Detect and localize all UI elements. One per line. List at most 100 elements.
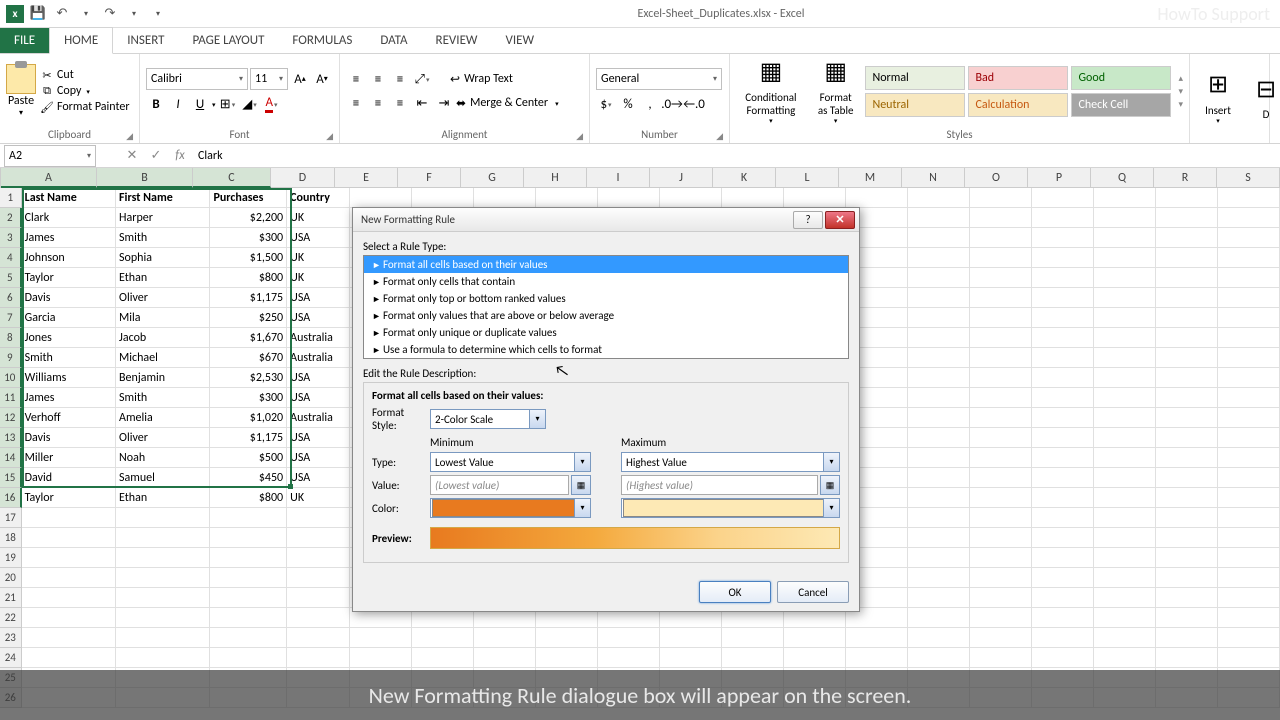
cell[interactable] xyxy=(287,648,350,668)
cell[interactable] xyxy=(1156,188,1218,208)
column-header[interactable]: P xyxy=(1028,168,1091,188)
redo-icon[interactable]: ↷ xyxy=(100,4,120,24)
cell[interactable] xyxy=(1156,608,1218,628)
cell[interactable]: Taylor xyxy=(22,488,116,508)
cell[interactable] xyxy=(970,508,1032,528)
cell[interactable] xyxy=(1218,528,1280,548)
row-header[interactable]: 20 xyxy=(0,568,22,588)
cell[interactable] xyxy=(970,248,1032,268)
cell[interactable] xyxy=(970,368,1032,388)
cell[interactable]: Ethan xyxy=(116,268,210,288)
dialog-titlebar[interactable]: New Formatting Rule ? ✕ xyxy=(353,208,859,232)
cell[interactable]: Clark xyxy=(22,208,116,228)
cell[interactable] xyxy=(908,648,970,668)
cell[interactable] xyxy=(908,388,970,408)
undo-dropdown-icon[interactable]: ▾ xyxy=(76,4,96,24)
cell[interactable] xyxy=(598,628,660,648)
cell[interactable] xyxy=(908,468,970,488)
rule-type-item[interactable]: Format only cells that contain xyxy=(364,273,848,290)
paste-button[interactable]: Paste ▾ xyxy=(6,64,36,118)
cell[interactable] xyxy=(287,508,350,528)
cell[interactable]: $300 xyxy=(210,388,287,408)
tab-formulas[interactable]: FORMULAS xyxy=(278,28,366,53)
cell[interactable] xyxy=(210,548,287,568)
cell[interactable]: Taylor xyxy=(22,268,116,288)
cell[interactable] xyxy=(1094,348,1156,368)
max-color-select[interactable]: ▾ xyxy=(621,498,840,518)
row-header[interactable]: 12 xyxy=(0,408,22,428)
column-header[interactable]: F xyxy=(398,168,461,188)
row-header[interactable]: 14 xyxy=(0,448,22,468)
cell[interactable] xyxy=(1218,288,1280,308)
cell[interactable] xyxy=(1156,368,1218,388)
underline-button[interactable]: U xyxy=(190,94,210,114)
cell[interactable] xyxy=(908,348,970,368)
redo-dropdown-icon[interactable]: ▾ xyxy=(124,4,144,24)
insert-cells-button[interactable]: ⊞ Insert▾ xyxy=(1196,70,1240,126)
cell[interactable] xyxy=(412,188,474,208)
cell[interactable] xyxy=(970,428,1032,448)
font-color-button[interactable]: A xyxy=(262,94,282,114)
cell[interactable] xyxy=(1032,628,1094,648)
dialog-help-button[interactable]: ? xyxy=(793,211,823,229)
rule-type-item[interactable]: Format only unique or duplicate values xyxy=(364,324,848,341)
cell[interactable] xyxy=(1156,628,1218,648)
cell[interactable] xyxy=(1094,368,1156,388)
shrink-font-icon[interactable]: A▾ xyxy=(312,69,332,89)
cell[interactable] xyxy=(1032,228,1094,248)
cell[interactable] xyxy=(412,628,474,648)
decrease-indent-icon[interactable]: ⇤ xyxy=(412,93,432,113)
min-value-ref-button[interactable]: ▦ xyxy=(571,475,591,495)
cell[interactable]: Australia xyxy=(287,328,350,348)
cell[interactable] xyxy=(970,528,1032,548)
cell[interactable] xyxy=(970,388,1032,408)
cell[interactable] xyxy=(598,648,660,668)
cell[interactable] xyxy=(1094,508,1156,528)
enter-formula-icon[interactable]: ✓ xyxy=(144,148,168,163)
cell[interactable]: USA xyxy=(287,308,350,328)
accounting-format-button[interactable]: $ xyxy=(596,94,616,114)
cell[interactable] xyxy=(970,608,1032,628)
tab-home[interactable]: HOME xyxy=(49,27,113,54)
row-header[interactable]: 7 xyxy=(0,308,22,328)
cell[interactable]: Michael xyxy=(116,348,210,368)
cell[interactable] xyxy=(1218,448,1280,468)
cell[interactable]: $2,530 xyxy=(210,368,287,388)
cell[interactable] xyxy=(1094,528,1156,548)
cell[interactable] xyxy=(970,308,1032,328)
row-header[interactable]: 9 xyxy=(0,348,22,368)
cell[interactable] xyxy=(1156,468,1218,488)
cell[interactable]: USA xyxy=(287,428,350,448)
grow-font-icon[interactable]: A▴ xyxy=(290,69,310,89)
style-neutral[interactable]: Neutral xyxy=(865,93,965,117)
cell[interactable]: Amelia xyxy=(116,408,210,428)
row-header[interactable]: 10 xyxy=(0,368,22,388)
cell[interactable] xyxy=(1218,348,1280,368)
cell[interactable] xyxy=(1032,528,1094,548)
alignment-launcher-icon[interactable]: ◢ xyxy=(576,131,583,142)
cell[interactable]: First Name xyxy=(116,188,210,208)
cell[interactable]: $670 xyxy=(210,348,287,368)
cell[interactable]: USA xyxy=(287,448,350,468)
cell[interactable]: Smith xyxy=(22,348,116,368)
cell[interactable]: $450 xyxy=(210,468,287,488)
cell[interactable] xyxy=(1094,548,1156,568)
cell[interactable] xyxy=(1094,308,1156,328)
cell[interactable] xyxy=(970,488,1032,508)
cell[interactable] xyxy=(1094,588,1156,608)
italic-button[interactable]: I xyxy=(168,94,188,114)
cell[interactable] xyxy=(1094,568,1156,588)
cell[interactable] xyxy=(908,528,970,548)
decrease-decimal-icon[interactable]: ←.0 xyxy=(684,94,704,114)
column-header[interactable]: K xyxy=(713,168,776,188)
cell[interactable] xyxy=(1218,508,1280,528)
cell[interactable]: Sophia xyxy=(116,248,210,268)
row-header[interactable]: 21 xyxy=(0,588,22,608)
column-header[interactable]: C xyxy=(193,168,271,188)
bold-button[interactable]: B xyxy=(146,94,166,114)
cell[interactable] xyxy=(210,628,287,648)
cell[interactable] xyxy=(722,188,784,208)
cell[interactable] xyxy=(1156,528,1218,548)
cell[interactable]: Country xyxy=(287,188,350,208)
format-style-select[interactable]: 2-Color Scale▾ xyxy=(430,409,546,429)
